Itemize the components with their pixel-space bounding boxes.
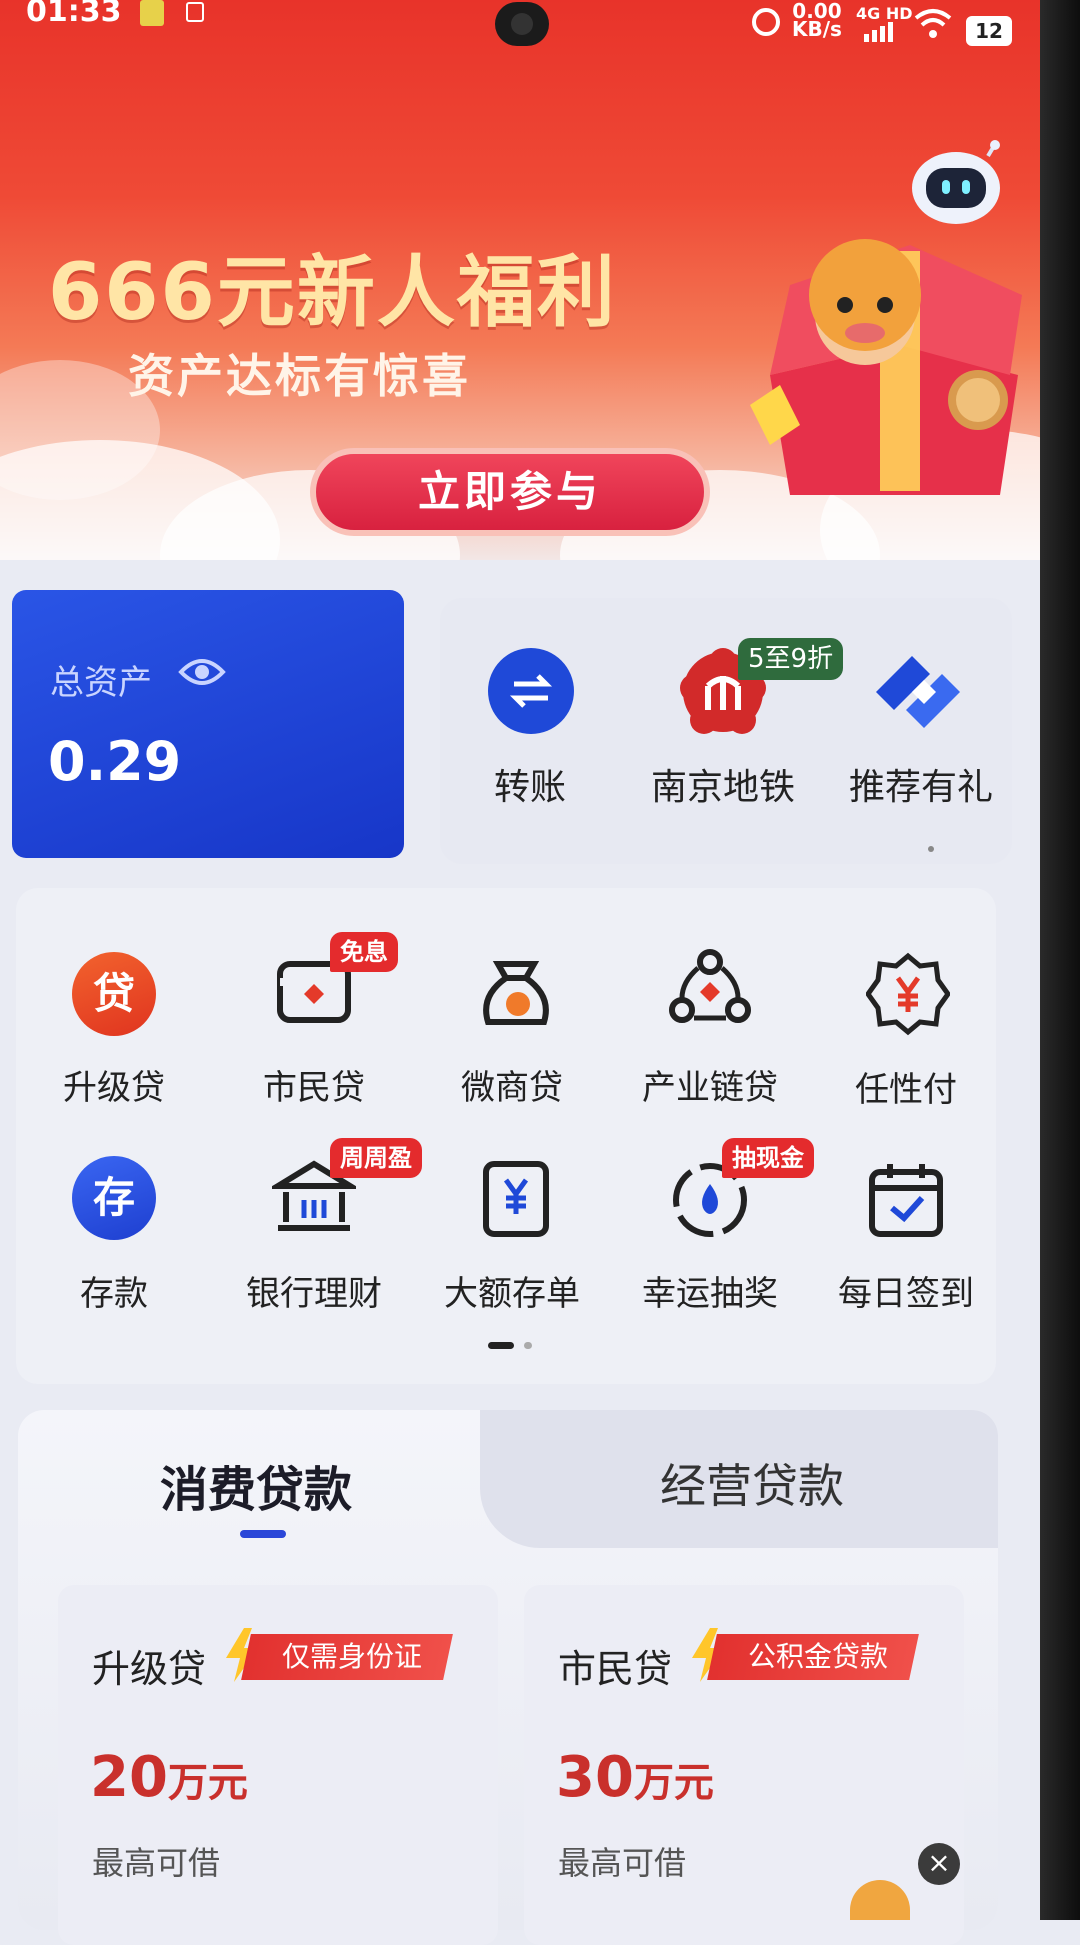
lottery-tag: 抽现金 [722,1138,814,1178]
service-bank-wealth[interactable]: 银行理财 [214,1266,414,1315]
service-daily-checkin[interactable]: 每日签到 [806,1266,1006,1315]
promo-subtitle: 资产达标有惊喜 [128,349,471,403]
net-speed-unit: KB/s [792,17,842,41]
join-now-button[interactable]: 立即参与 [310,448,710,536]
page-indicator-active [488,1342,514,1349]
transfer-icon[interactable] [488,648,574,734]
alarm-icon [752,8,780,36]
quick-action-transfer[interactable]: 转账 [470,758,590,810]
quick-card-dot [928,846,934,852]
citizen-loan-tag: 免息 [330,932,398,972]
metro-discount-tag: 5至9折 [738,638,844,680]
calendar-check-icon[interactable] [864,1160,948,1244]
service-micro-loan[interactable]: 微商贷 [412,1060,612,1109]
loan-badge: 仅需身份证 [241,1634,453,1680]
loan-amount-value: 20 [90,1745,168,1810]
loan-badge: 公积金贷款 [707,1634,919,1680]
service-deposit[interactable]: 存款 [14,1266,214,1315]
loan-caption: 最高可借 [92,1844,221,1882]
total-assets-label: 总资产 [50,663,152,703]
close-icon[interactable]: × [918,1843,960,1885]
total-assets-card[interactable] [12,590,404,858]
total-assets-value: 0.29 [48,730,182,793]
tab-active-indicator [240,1530,286,1538]
tab-consumer-loan[interactable]: 消费贷款 [160,1450,352,1520]
eye-icon[interactable] [178,652,226,692]
bank-wealth-tag: 周周盈 [330,1138,422,1178]
service-flex-pay[interactable]: 任性付 [806,1062,1006,1111]
loan-badge-icon[interactable]: 贷 [72,952,156,1036]
loan-badge-text: 公积金贷款 [748,1640,889,1673]
front-camera [495,2,549,46]
loan-badge-text: 仅需身份证 [282,1640,423,1673]
wifi-icon [914,9,952,38]
service-industry-chain-loan[interactable]: 产业链贷 [610,1060,810,1109]
robot-assistant-icon[interactable] [908,140,1004,226]
network-type: 4G HD [856,4,913,23]
gift-box-illustration [750,239,1022,495]
device-edge [1040,0,1080,1920]
net-speed: 0.00 KB/s [792,1,842,41]
signal-icon [864,22,893,42]
loan-name: 市民贷 [558,1647,673,1691]
deposit-icon[interactable]: 存 [72,1156,156,1240]
notification-icon [186,2,204,22]
loan-amount: 20万元 [90,1745,248,1810]
battery-icon: 12 [966,16,1012,46]
loan-amount-unit: 万元 [633,1760,714,1806]
sim-app-icon [140,0,164,26]
money-bag-icon[interactable] [474,952,558,1036]
service-citizen-loan[interactable]: 市民贷 [214,1060,414,1109]
loan-amount-unit: 万元 [167,1760,248,1806]
loan-amount: 30万元 [556,1745,714,1810]
quick-action-nanjing-metro[interactable]: 南京地铁 [638,758,808,810]
promo-title: 666元新人福利 [48,248,617,338]
referral-icon[interactable] [872,652,964,732]
service-upgrade-loan[interactable]: 升级贷 [14,1060,214,1109]
loan-name: 升级贷 [92,1647,207,1691]
quick-action-referral[interactable]: 推荐有礼 [836,758,1006,810]
chain-icon[interactable] [668,948,752,1032]
tab-business-loan[interactable]: 经营贷款 [660,1450,844,1516]
page-indicator-inactive [524,1342,532,1349]
yen-gear-icon[interactable] [866,952,950,1036]
loan-caption: 最高可借 [558,1844,687,1882]
service-lucky-draw[interactable]: 幸运抽奖 [610,1266,810,1315]
certificate-icon[interactable] [474,1156,558,1240]
status-time: 01:33 [26,0,122,29]
service-large-cd[interactable]: 大额存单 [412,1266,612,1315]
loan-amount-value: 30 [556,1745,634,1810]
